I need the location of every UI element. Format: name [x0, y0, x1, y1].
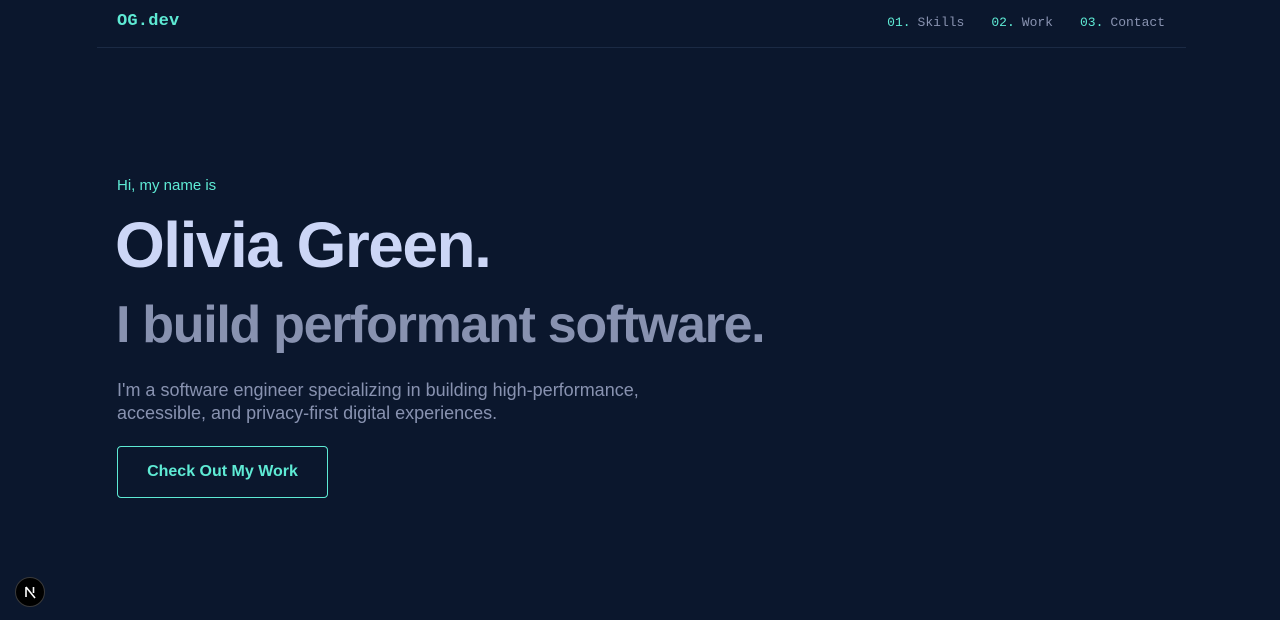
hero-name: Olivia Green. — [115, 209, 492, 281]
nav-item-label: Contact — [1110, 15, 1165, 30]
nav-item-skills[interactable]: 01. Skills — [887, 15, 964, 30]
site-header: OG.dev 01. Skills 02. Work 03. Contact — [97, 0, 1186, 48]
site-logo[interactable]: OG.dev — [117, 12, 179, 31]
hero-tagline: I build performant software. — [116, 296, 766, 354]
main-nav: 01. Skills 02. Work 03. Contact — [887, 15, 1165, 30]
nav-item-label: Skills — [917, 15, 965, 30]
nav-item-label: Work — [1021, 15, 1053, 30]
nav-item-number: 02. — [991, 15, 1015, 30]
nav-item-number: 01. — [887, 15, 911, 30]
nav-item-work[interactable]: 02. Work — [991, 15, 1053, 30]
check-out-work-button[interactable]: Check Out My Work — [117, 446, 328, 498]
hero-description: I'm a software engineer specializing in … — [117, 380, 639, 423]
nextjs-icon — [25, 586, 36, 599]
nav-item-contact[interactable]: 03. Contact — [1080, 15, 1165, 30]
hero-greeting: Hi, my name is — [117, 177, 217, 194]
nav-item-number: 03. — [1079, 15, 1104, 30]
nextjs-dev-indicator[interactable] — [15, 577, 45, 607]
